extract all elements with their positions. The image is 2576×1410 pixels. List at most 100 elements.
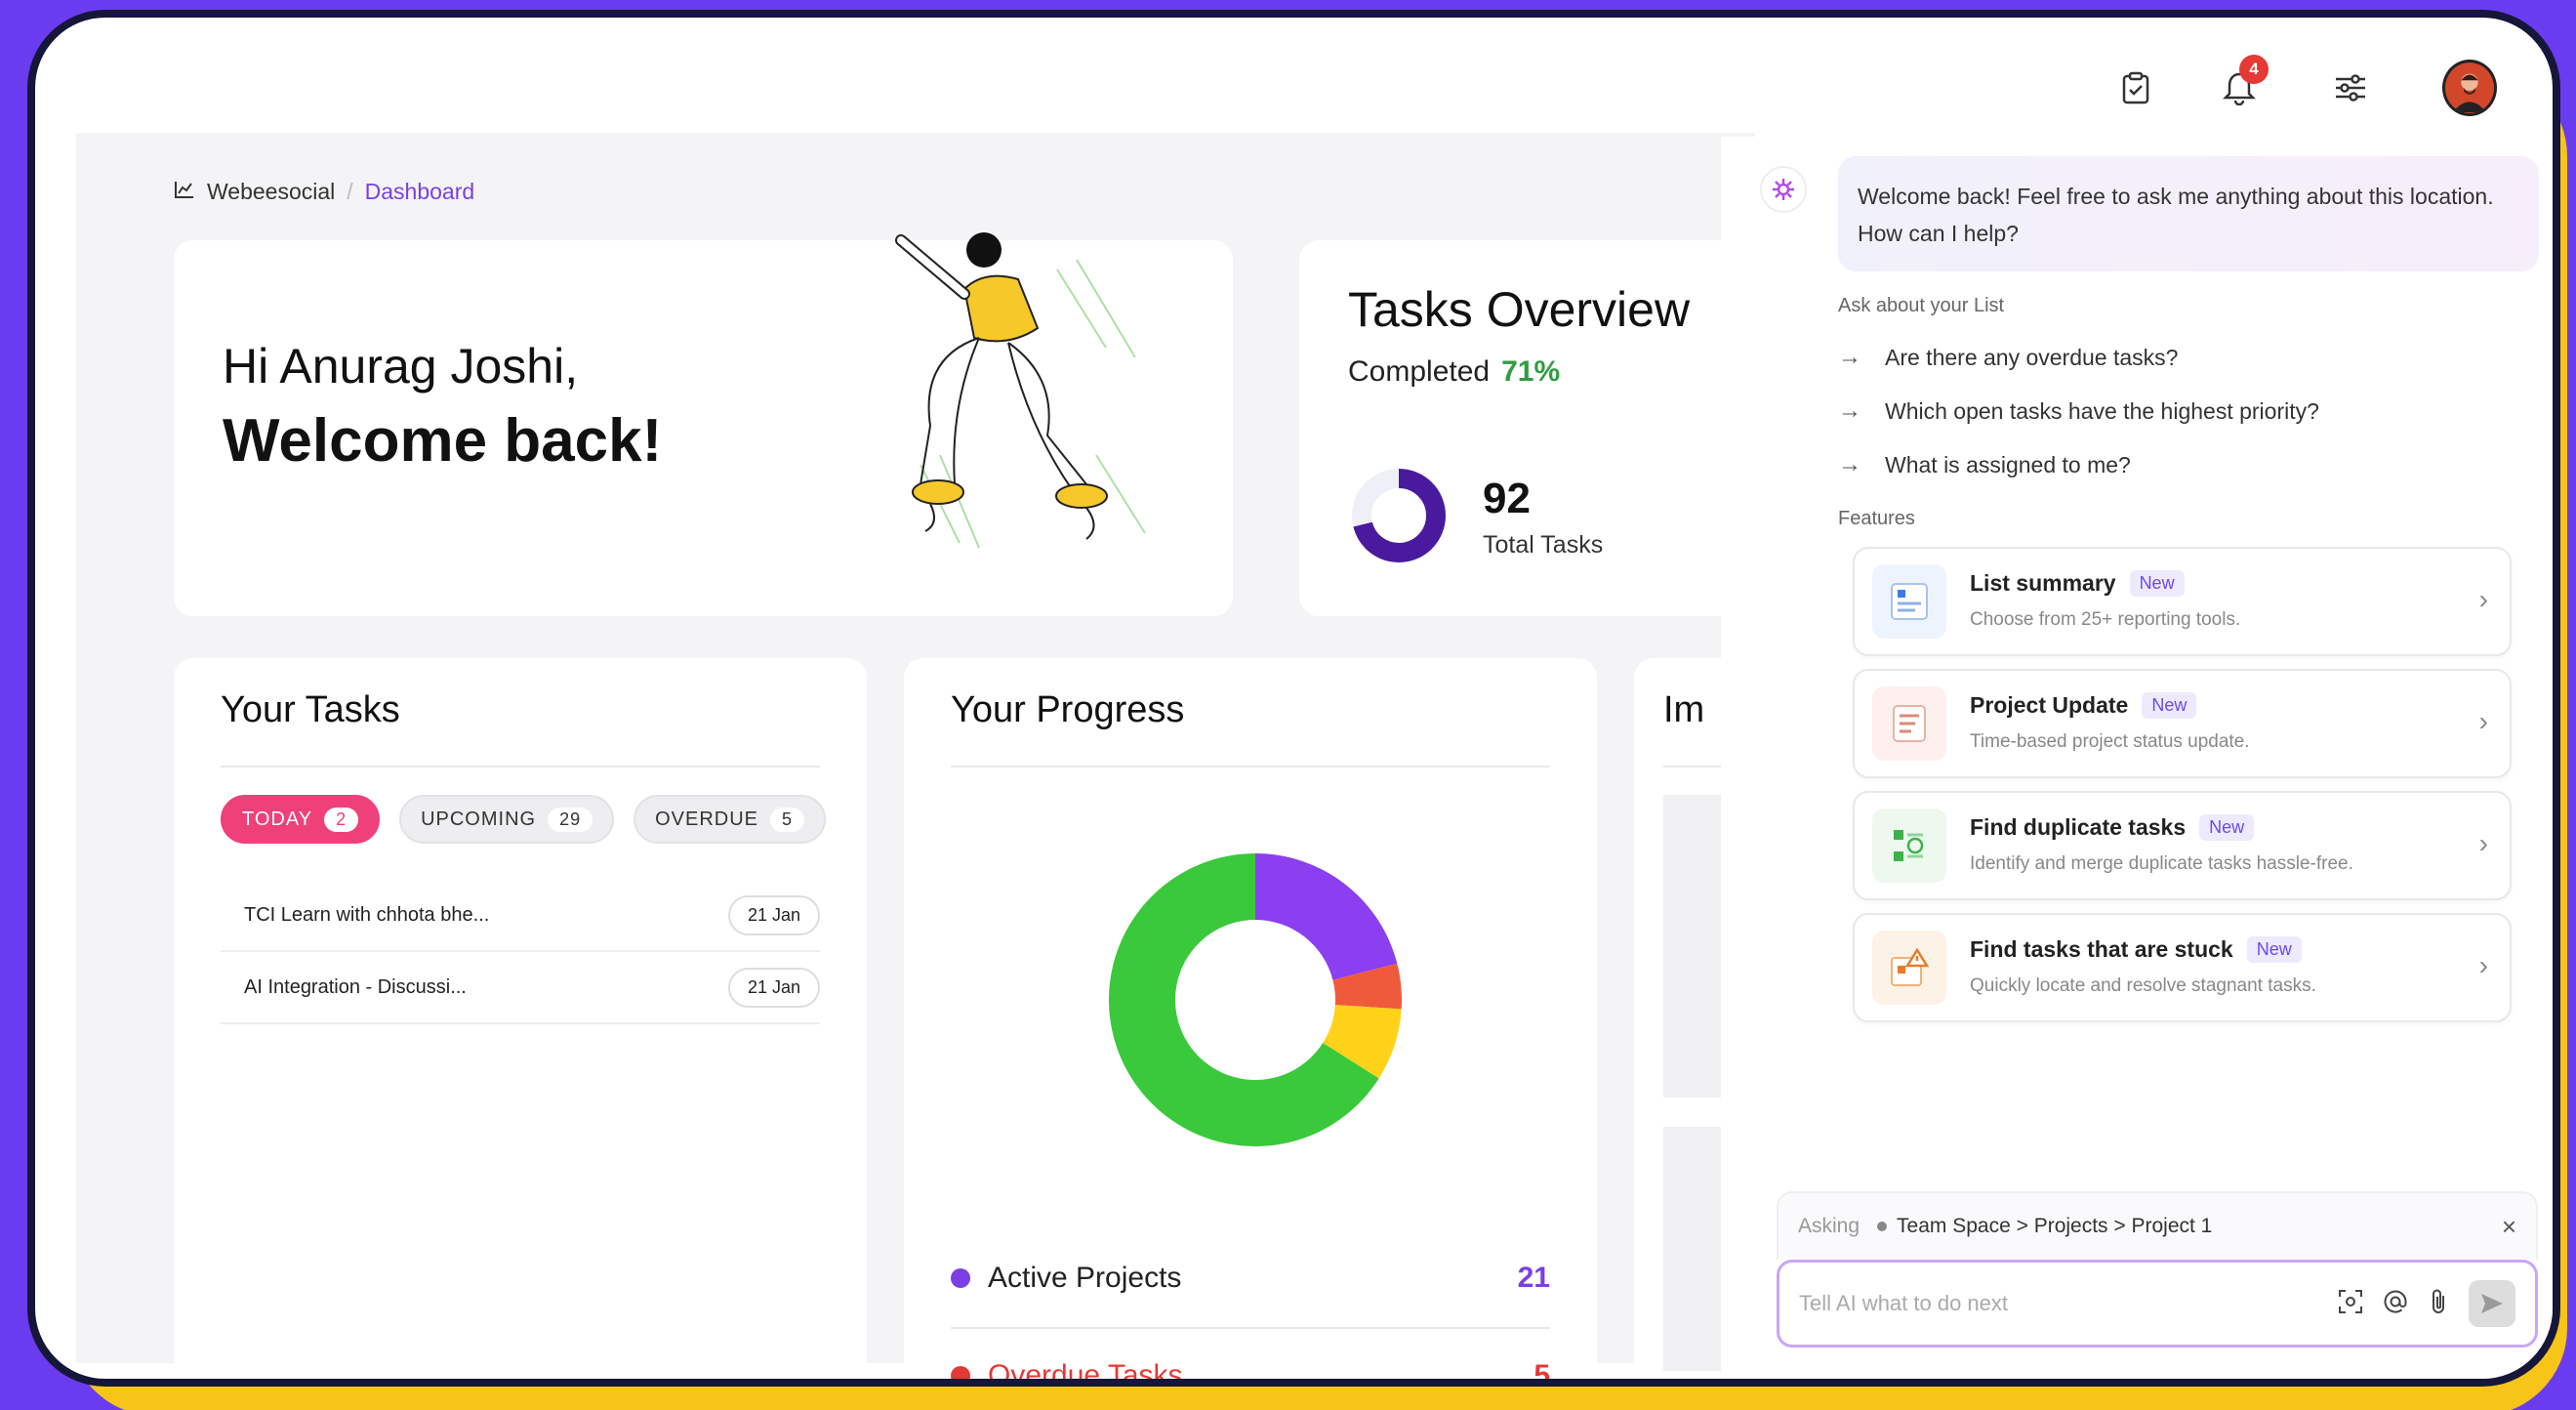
divider: [221, 766, 820, 767]
feature-project-update[interactable]: Project Update New Time-based project st…: [1853, 669, 2512, 778]
clipboard-check-icon[interactable]: [2108, 61, 2163, 115]
completion-ring: [1352, 469, 1446, 562]
total-tasks-label: Total Tasks: [1483, 531, 1604, 559]
notification-badge: 4: [2239, 55, 2269, 84]
your-tasks-card: Your Tasks TODAY 2 UPCOMING 29 OVERDUE 5…: [174, 658, 867, 1379]
asking-context-bar: Asking Team Space > Projects > Project 1…: [1777, 1191, 2538, 1260]
feature-title: List summary: [1970, 570, 2116, 596]
send-button[interactable]: [2469, 1280, 2515, 1327]
notifications-button[interactable]: 4: [2212, 55, 2269, 115]
breadcrumb-root[interactable]: Webeesocial: [207, 179, 335, 205]
your-progress-title: Your Progress: [951, 689, 1185, 730]
feature-description: Quickly locate and resolve stagnant task…: [1970, 975, 2316, 996]
mention-icon[interactable]: [2383, 1289, 2408, 1319]
task-row[interactable]: TCI Learn with chhota bhe... 21 Jan: [221, 880, 820, 952]
tab-upcoming[interactable]: UPCOMING 29: [399, 795, 615, 844]
ai-welcome-line: Welcome back! Feel free to ask me anythi…: [1858, 184, 2494, 209]
breadcrumb: Webeesocial / Dashboard: [174, 179, 474, 205]
tab-label: UPCOMING: [421, 808, 537, 830]
question-text: Are there any overdue tasks?: [1885, 344, 2179, 370]
tasks-overview-title: Tasks Overview: [1348, 282, 1691, 337]
input-actions: [2338, 1280, 2515, 1327]
suggested-question[interactable]: → Which open tasks have the highest prio…: [1838, 397, 2319, 425]
context-dot: [1877, 1222, 1888, 1231]
feature-title-row: Find duplicate tasks New: [1970, 814, 2255, 841]
divider: [951, 1327, 1550, 1329]
feature-description: Time-based project status update.: [1970, 731, 2250, 752]
chart-line-icon: [174, 179, 195, 205]
ai-logo-icon: [1760, 166, 1807, 213]
completed-percent: 71%: [1501, 355, 1561, 388]
progress-donut-chart: [1109, 853, 1402, 1146]
your-tasks-title: Your Tasks: [221, 689, 400, 730]
legend-value: 5: [1533, 1359, 1550, 1387]
suggested-question[interactable]: → Are there any overdue tasks?: [1838, 344, 2178, 371]
tab-label: TODAY: [242, 808, 313, 830]
donut-slice-0: [1255, 853, 1398, 980]
chevron-right-icon: ›: [2478, 950, 2488, 980]
new-badge: New: [2142, 692, 2197, 719]
total-tasks-count: 92: [1483, 475, 1531, 522]
tab-today[interactable]: TODAY 2: [221, 795, 381, 844]
ask-heading: Ask about your List: [1838, 295, 2005, 316]
legend-label: Overdue Tasks: [988, 1359, 1183, 1387]
your-progress-card: Your Progress Active Projects 21 Overdue…: [904, 658, 1597, 1387]
feature-title: Find tasks that are stuck: [1970, 936, 2233, 962]
new-badge: New: [2129, 570, 2185, 597]
feature-find-stuck-tasks[interactable]: Find tasks that are stuck New Quickly lo…: [1853, 913, 2512, 1022]
placeholder-block: [1663, 1127, 1722, 1371]
new-badge: New: [2246, 936, 2302, 963]
completed-label: Completed: [1348, 355, 1491, 388]
legend-active-projects: Active Projects 21: [951, 1234, 1550, 1322]
question-text: What is assigned to me?: [1885, 451, 2131, 477]
feature-title-row: Project Update New: [1970, 692, 2197, 719]
dashboard-main: Webeesocial / Dashboard Hi Anurag Joshi,…: [76, 133, 1927, 1379]
welcome-headline: Welcome back!: [223, 407, 663, 475]
feature-find-duplicate-tasks[interactable]: Find duplicate tasks New Identify and me…: [1853, 791, 2512, 900]
feature-description: Choose from 25+ reporting tools.: [1970, 609, 2241, 630]
chevron-right-icon: ›: [2478, 584, 2488, 614]
send-icon: [2481, 1294, 2503, 1313]
arrow-right-icon: →: [1838, 397, 1861, 424]
task-name: AI Integration - Discussi...: [244, 975, 467, 998]
legend-label: Active Projects: [988, 1262, 1182, 1294]
legend-dot: [951, 1366, 970, 1379]
third-card-title: Im: [1663, 689, 1705, 730]
suggested-question[interactable]: → What is assigned to me?: [1838, 451, 2131, 478]
ai-prompt-input[interactable]: [1799, 1291, 2338, 1316]
task-row[interactable]: AI Integration - Discussi... 21 Jan: [221, 952, 820, 1024]
asking-label: Asking: [1798, 1215, 1860, 1237]
paperclip-icon[interactable]: [2428, 1288, 2449, 1320]
task-filter-tabs: TODAY 2 UPCOMING 29 OVERDUE 5: [221, 795, 827, 844]
new-badge: New: [2199, 814, 2255, 841]
tab-label: OVERDUE: [655, 808, 759, 830]
scan-icon[interactable]: [2338, 1289, 2363, 1319]
list-summary-icon: [1872, 564, 1946, 639]
feature-title: Project Update: [1970, 692, 2129, 718]
tab-overdue[interactable]: OVERDUE 5: [634, 795, 827, 844]
feature-title: Find duplicate tasks: [1970, 814, 2187, 840]
task-name: TCI Learn with chhota bhe...: [244, 903, 490, 926]
legend-dot: [951, 1268, 970, 1288]
sliders-icon[interactable]: [2323, 61, 2378, 115]
welcome-card: Hi Anurag Joshi, Welcome back!: [174, 232, 1233, 616]
legend-overdue-tasks: Overdue Tasks 5: [951, 1332, 1550, 1387]
feature-title-row: List summary New: [1970, 570, 2185, 597]
feature-list-summary[interactable]: List summary New Choose from 25+ reporti…: [1853, 547, 2512, 656]
features-heading: Features: [1838, 508, 1915, 529]
ai-welcome-message: Welcome back! Feel free to ask me anythi…: [1838, 156, 2539, 271]
duplicate-tasks-icon: [1872, 809, 1946, 883]
feature-title-row: Find tasks that are stuck New: [1970, 936, 2302, 963]
user-avatar[interactable]: [2442, 60, 2497, 116]
app-window: 4 Webeesocial / Dashboard Hi Anurag Josh…: [27, 10, 2560, 1387]
completed-summary: Completed 71%: [1348, 355, 1560, 389]
breadcrumb-current[interactable]: Dashboard: [365, 179, 475, 205]
ai-input-box: [1777, 1260, 2538, 1348]
close-icon[interactable]: ×: [2502, 1212, 2516, 1242]
question-text: Which open tasks have the highest priori…: [1885, 397, 2319, 424]
asking-path[interactable]: Team Space > Projects > Project 1: [1897, 1215, 2212, 1238]
arrow-right-icon: →: [1838, 451, 1861, 477]
chevron-right-icon: ›: [2478, 828, 2488, 858]
task-date: 21 Jan: [727, 967, 820, 1008]
ai-assistant-panel: Welcome back! Feel free to ask me anythi…: [1721, 137, 2553, 1379]
